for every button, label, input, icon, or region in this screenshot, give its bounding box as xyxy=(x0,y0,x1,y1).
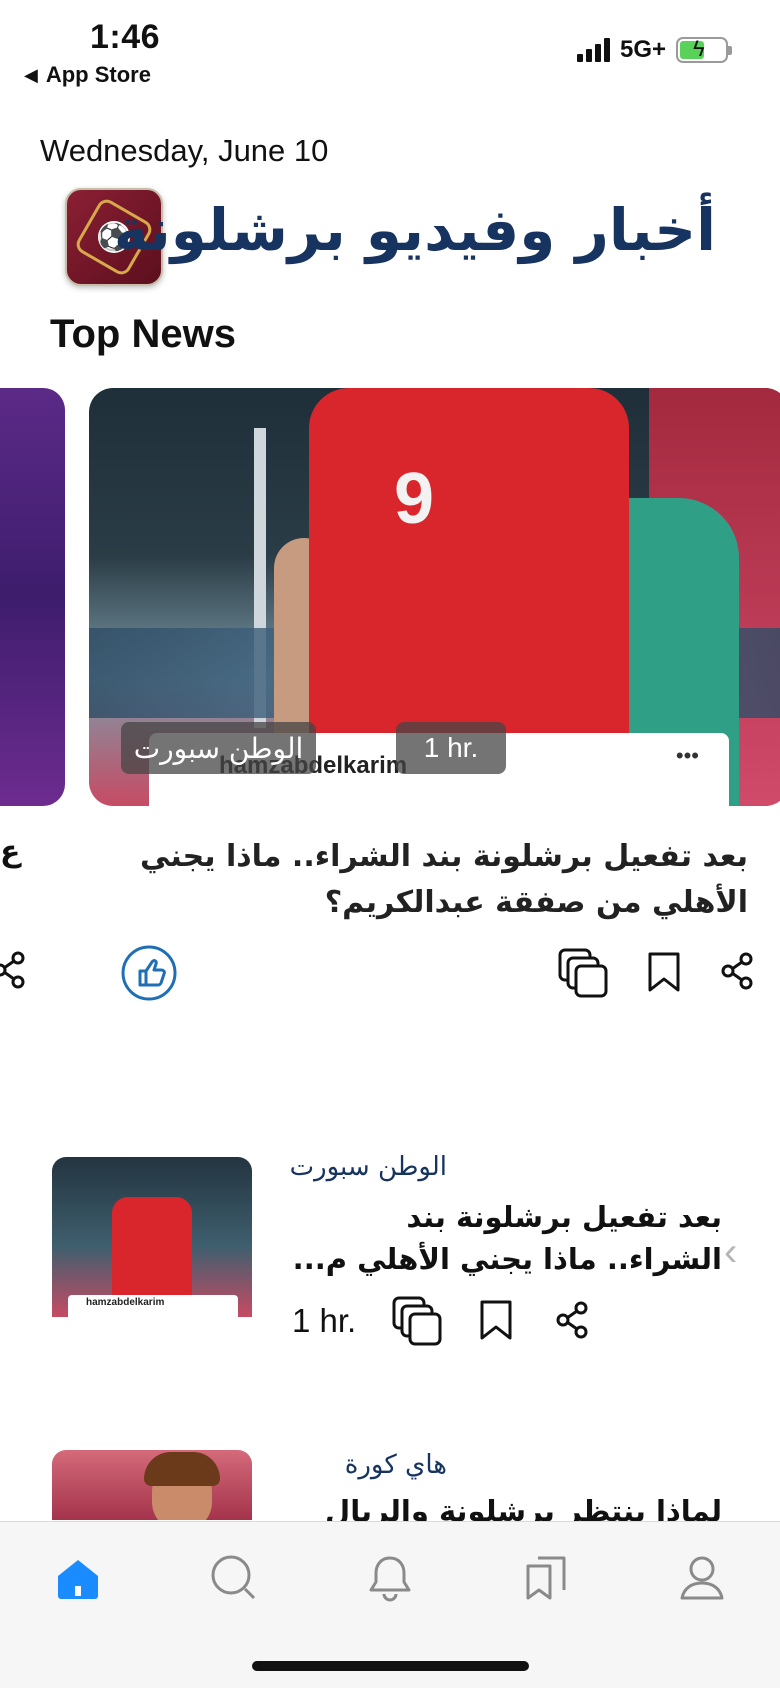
tab-home[interactable] xyxy=(48,1548,108,1608)
share-icon[interactable] xyxy=(718,951,758,991)
app-title: أخبار وفيديو برشلونة xyxy=(113,196,716,264)
hero-headline[interactable]: بعد تفعيل برشلونة بند الشراء.. ماذا يجني… xyxy=(118,834,748,926)
charging-bolt-icon: ϟ xyxy=(693,36,705,61)
tab-collections[interactable] xyxy=(516,1548,576,1608)
back-triangle-icon: ◀ xyxy=(24,64,38,85)
copy-icon[interactable] xyxy=(392,1296,442,1346)
back-to-app-store-button[interactable]: ◀ App Store xyxy=(24,62,151,88)
profile-icon xyxy=(680,1556,724,1600)
network-label: 5G+ xyxy=(619,36,666,63)
tab-notifications[interactable] xyxy=(360,1548,420,1608)
news-title[interactable]: لماذا ينتظر برشلونة والريال ما xyxy=(292,1490,722,1522)
news-source: هاي كورة xyxy=(344,1450,447,1480)
search-icon xyxy=(211,1555,256,1600)
news-title[interactable]: بعد تفعيل برشلونة بند الشراء.. ماذا يجني… xyxy=(292,1196,722,1280)
battery-icon: ϟ xyxy=(676,36,732,63)
news-source: الوطن سبورت xyxy=(289,1152,447,1182)
bookmark-icon[interactable] xyxy=(476,1298,516,1342)
status-indicators: 5G+ ϟ xyxy=(576,36,732,64)
like-icon[interactable] xyxy=(120,944,178,1002)
bell-icon xyxy=(369,1556,411,1602)
signal-icon xyxy=(576,38,610,62)
tab-profile[interactable] xyxy=(672,1548,732,1608)
home-indicator[interactable] xyxy=(252,1661,529,1671)
news-time: 1 hr. xyxy=(292,1302,357,1339)
hero-source-badge: الوطن سبورت xyxy=(121,722,316,774)
copy-icon[interactable] xyxy=(558,948,608,998)
tab-search[interactable] xyxy=(204,1548,264,1608)
hero-time-badge: 1 hr. xyxy=(396,722,506,774)
cards-icon xyxy=(526,1556,566,1600)
back-app-label: App Store xyxy=(45,62,151,87)
more-dots-icon: ••• xyxy=(675,743,699,768)
share-icon[interactable] xyxy=(553,1300,593,1340)
status-time: 1:46 xyxy=(90,18,161,56)
bookmark-icon[interactable] xyxy=(644,950,684,994)
home-icon xyxy=(58,1560,98,1599)
news-thumbnail[interactable] xyxy=(52,1450,252,1520)
news-thumbnail[interactable]: hamzabdelkarim xyxy=(52,1157,252,1357)
previous-headline-fragment: ع xyxy=(0,834,21,869)
section-title: Top News xyxy=(50,312,236,356)
date-label: Wednesday, June 10 xyxy=(40,133,329,168)
share-icon[interactable] xyxy=(0,950,30,990)
previous-news-card[interactable] xyxy=(0,388,65,806)
chevron-left-icon[interactable]: ‹ xyxy=(724,1230,737,1275)
thumb-caption: hamzabdelkarim xyxy=(86,1297,165,1308)
